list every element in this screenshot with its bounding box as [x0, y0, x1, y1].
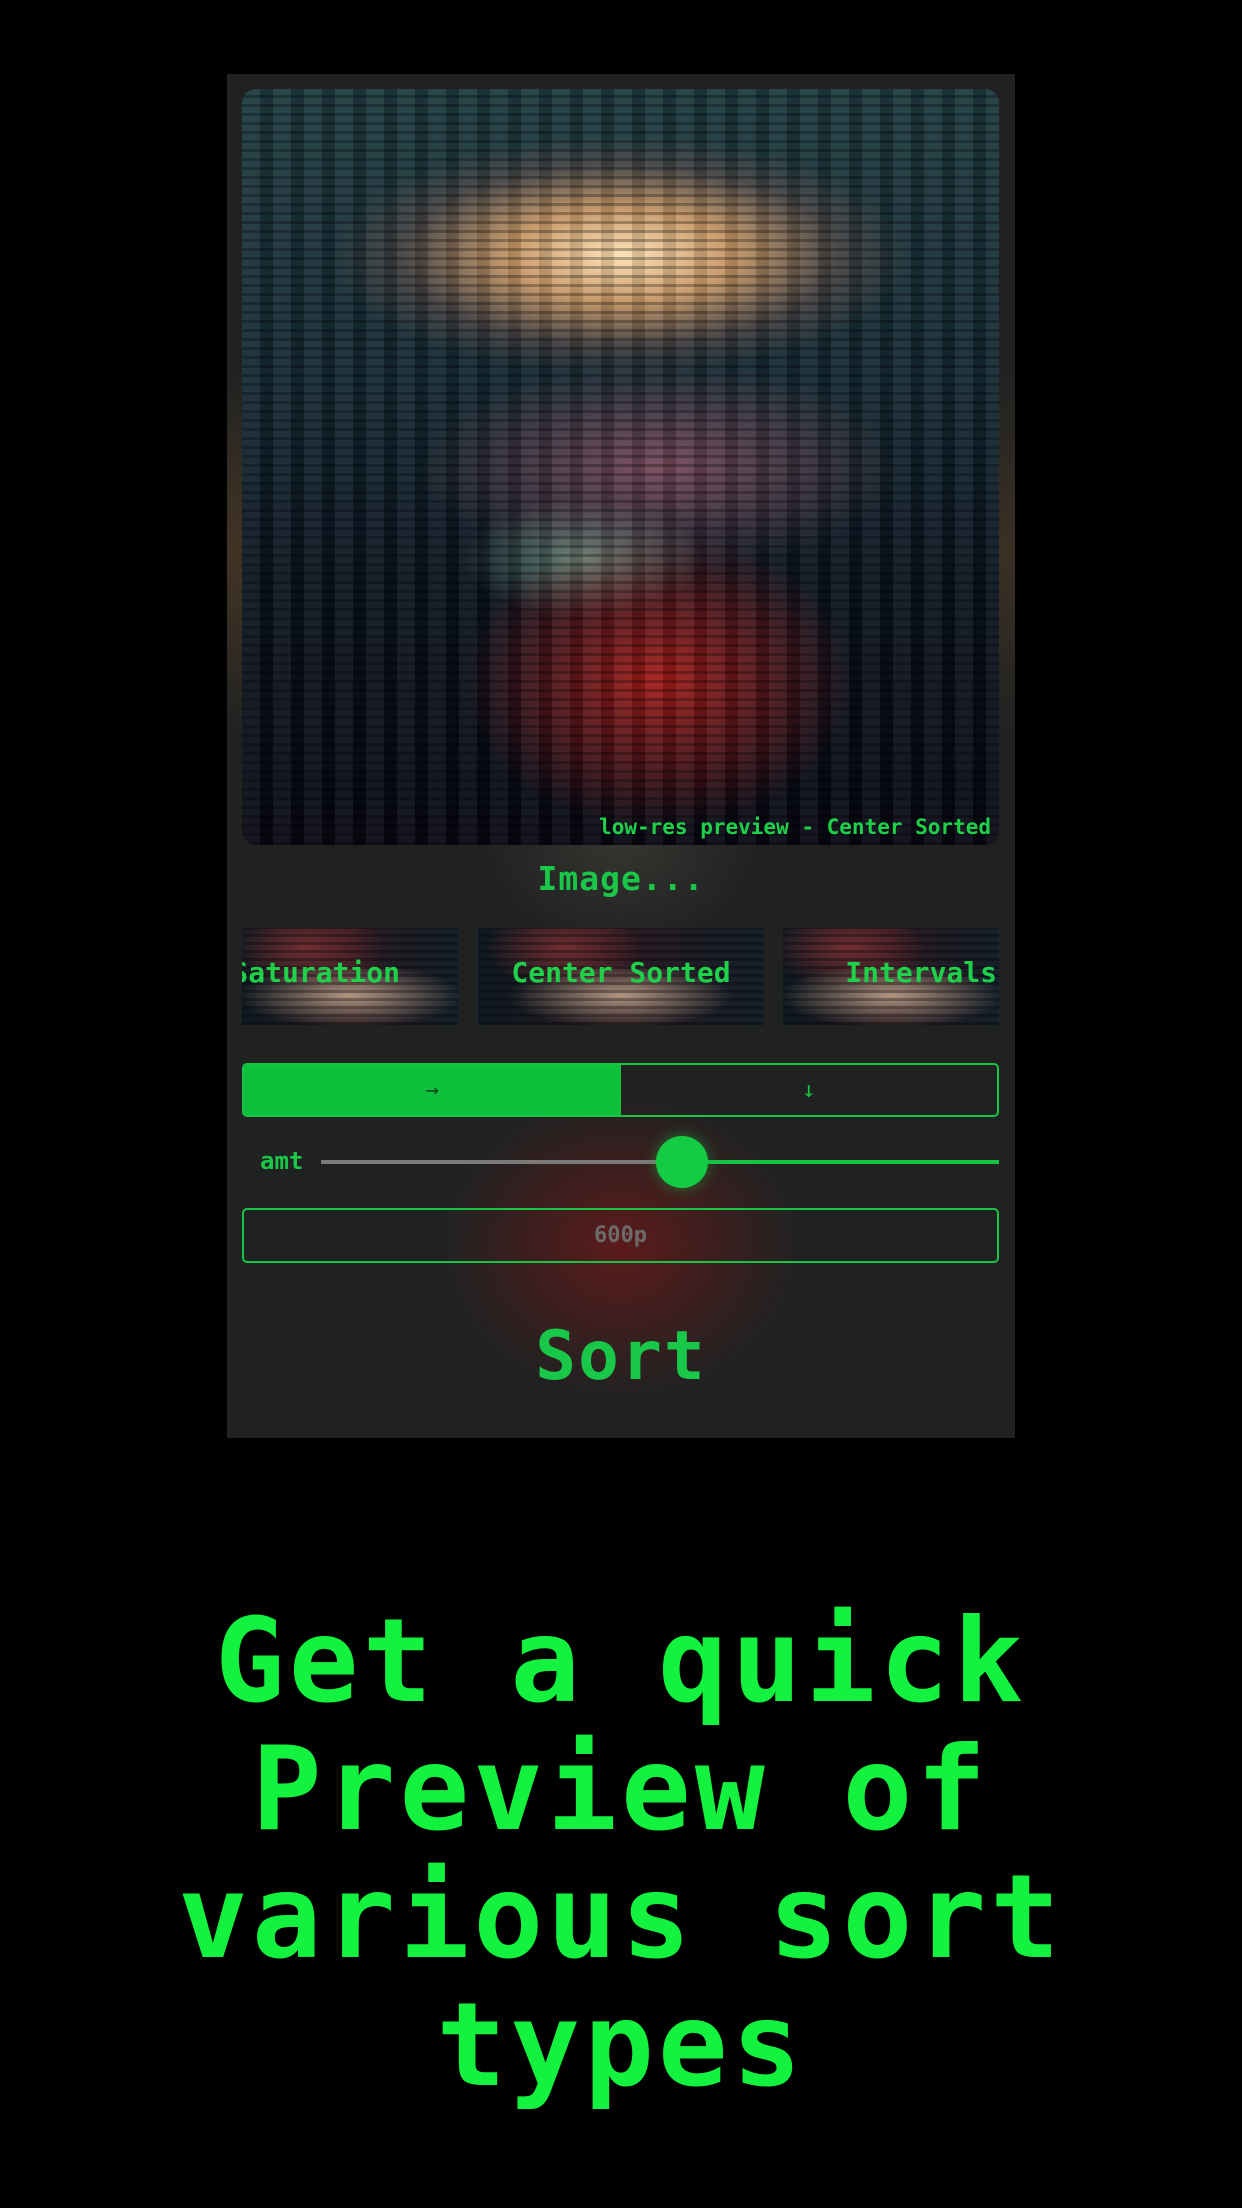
slider-track-empty — [321, 1160, 682, 1164]
preview-caption: low-res preview - Center Sorted — [599, 815, 991, 839]
sort-type-label: Center Sorted — [511, 956, 731, 989]
sort-preview-image: low-res preview - Center Sorted — [242, 89, 999, 845]
direction-toggle: → ↓ — [242, 1063, 999, 1117]
sort-type-label: Saturation — [242, 956, 400, 989]
sort-button[interactable]: Sort — [227, 1306, 1015, 1406]
sort-type-label: Intervals — [845, 956, 997, 989]
promo-headline: Get a quick Preview of various sort type… — [177, 1594, 1065, 2113]
amount-slider[interactable] — [321, 1136, 999, 1188]
direction-vertical-button[interactable]: ↓ — [621, 1065, 998, 1115]
slider-track-filled — [682, 1160, 999, 1164]
app-screen: low-res preview - Center Sorted Image...… — [227, 74, 1015, 1438]
choose-image-link[interactable]: Image... — [227, 854, 1015, 904]
sort-type-saturation[interactable]: Saturation — [242, 928, 458, 1025]
direction-horizontal-button[interactable]: → — [244, 1065, 621, 1115]
pixel-size-input[interactable] — [242, 1208, 999, 1263]
amount-label: amt — [260, 1147, 304, 1175]
sort-type-center-sorted[interactable]: Center Sorted — [478, 928, 764, 1025]
sort-type-intervals[interactable]: Intervals — [783, 928, 999, 1025]
slider-thumb[interactable] — [656, 1136, 708, 1188]
